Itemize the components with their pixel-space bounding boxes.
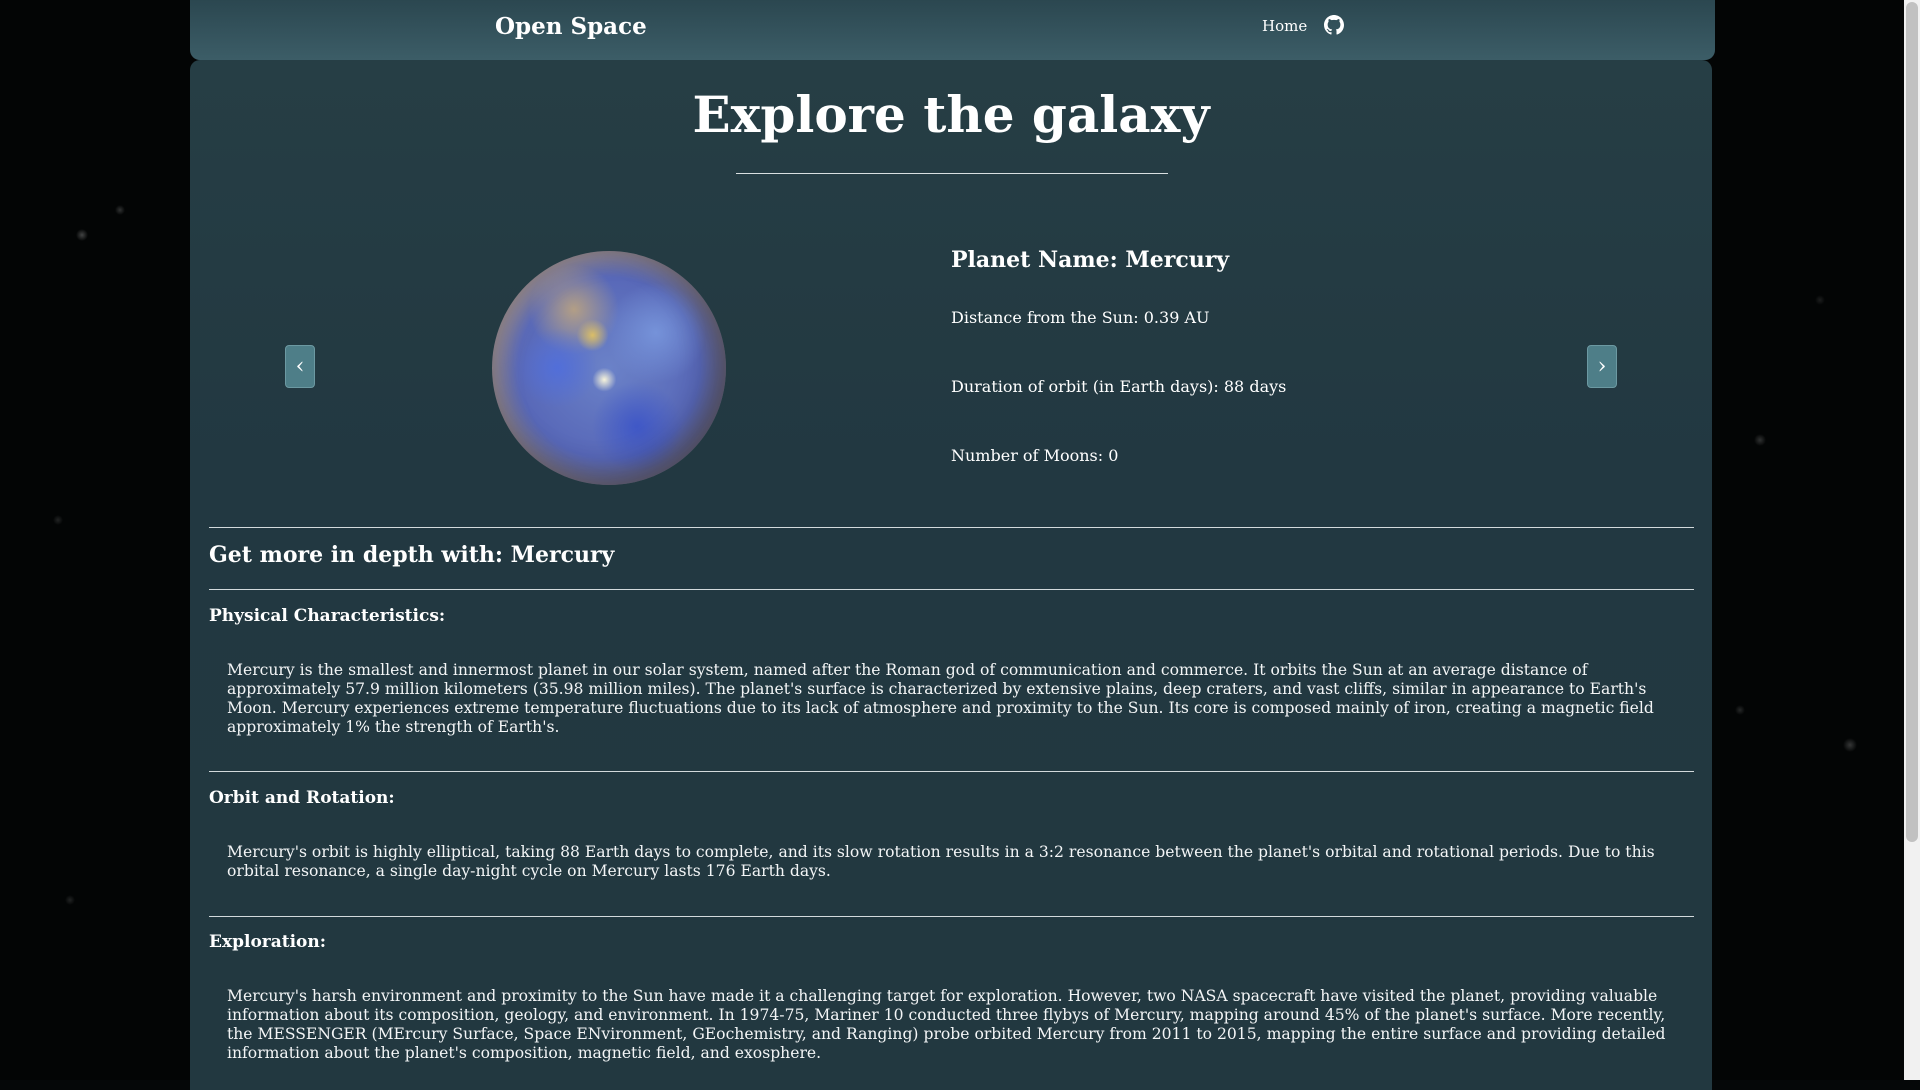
details-heading: Get more in depth with: Mercury: [209, 542, 615, 568]
section-text-orbit: Mercury's orbit is highly elliptical, ta…: [227, 843, 1655, 880]
title-divider: [736, 173, 1168, 174]
brand-logo-text[interactable]: Open Space: [495, 13, 647, 40]
page-title: Explore the galaxy: [692, 85, 1210, 144]
planet-image-mercury: [492, 251, 726, 485]
section-divider: [209, 916, 1694, 917]
scrollbar-thumb[interactable]: [1906, 2, 1918, 842]
section-text-exploration: Mercury's harsh environment and proximit…: [227, 987, 1666, 1062]
carousel-next-button[interactable]: ›: [1587, 345, 1617, 388]
github-icon[interactable]: [1324, 15, 1344, 35]
section-title-exploration: Exploration:: [209, 932, 327, 952]
planet-orbit-duration: Duration of orbit (in Earth days): 88 da…: [951, 377, 1287, 396]
chevron-right-icon: ›: [1597, 354, 1607, 379]
nav-home-link[interactable]: Home: [1262, 17, 1307, 35]
main-content-panel: Explore the galaxy ‹ Planet Name: Mercur…: [190, 60, 1712, 1090]
section-divider: [209, 771, 1694, 772]
planet-moons: Number of Moons: 0: [951, 446, 1119, 465]
planet-name: Planet Name: Mercury: [951, 247, 1230, 273]
carousel-prev-button[interactable]: ‹: [285, 345, 315, 388]
section-divider: [209, 589, 1694, 590]
section-title-physical: Physical Characteristics:: [209, 606, 446, 626]
section-text-physical: Mercury is the smallest and innermost pl…: [227, 661, 1654, 736]
top-navbar: Open Space Home: [190, 0, 1715, 60]
section-title-orbit: Orbit and Rotation:: [209, 788, 395, 808]
planet-distance: Distance from the Sun: 0.39 AU: [951, 308, 1210, 327]
section-divider: [209, 527, 1694, 528]
page-scrollbar[interactable]: [1904, 0, 1920, 1080]
chevron-left-icon: ‹: [295, 354, 305, 379]
